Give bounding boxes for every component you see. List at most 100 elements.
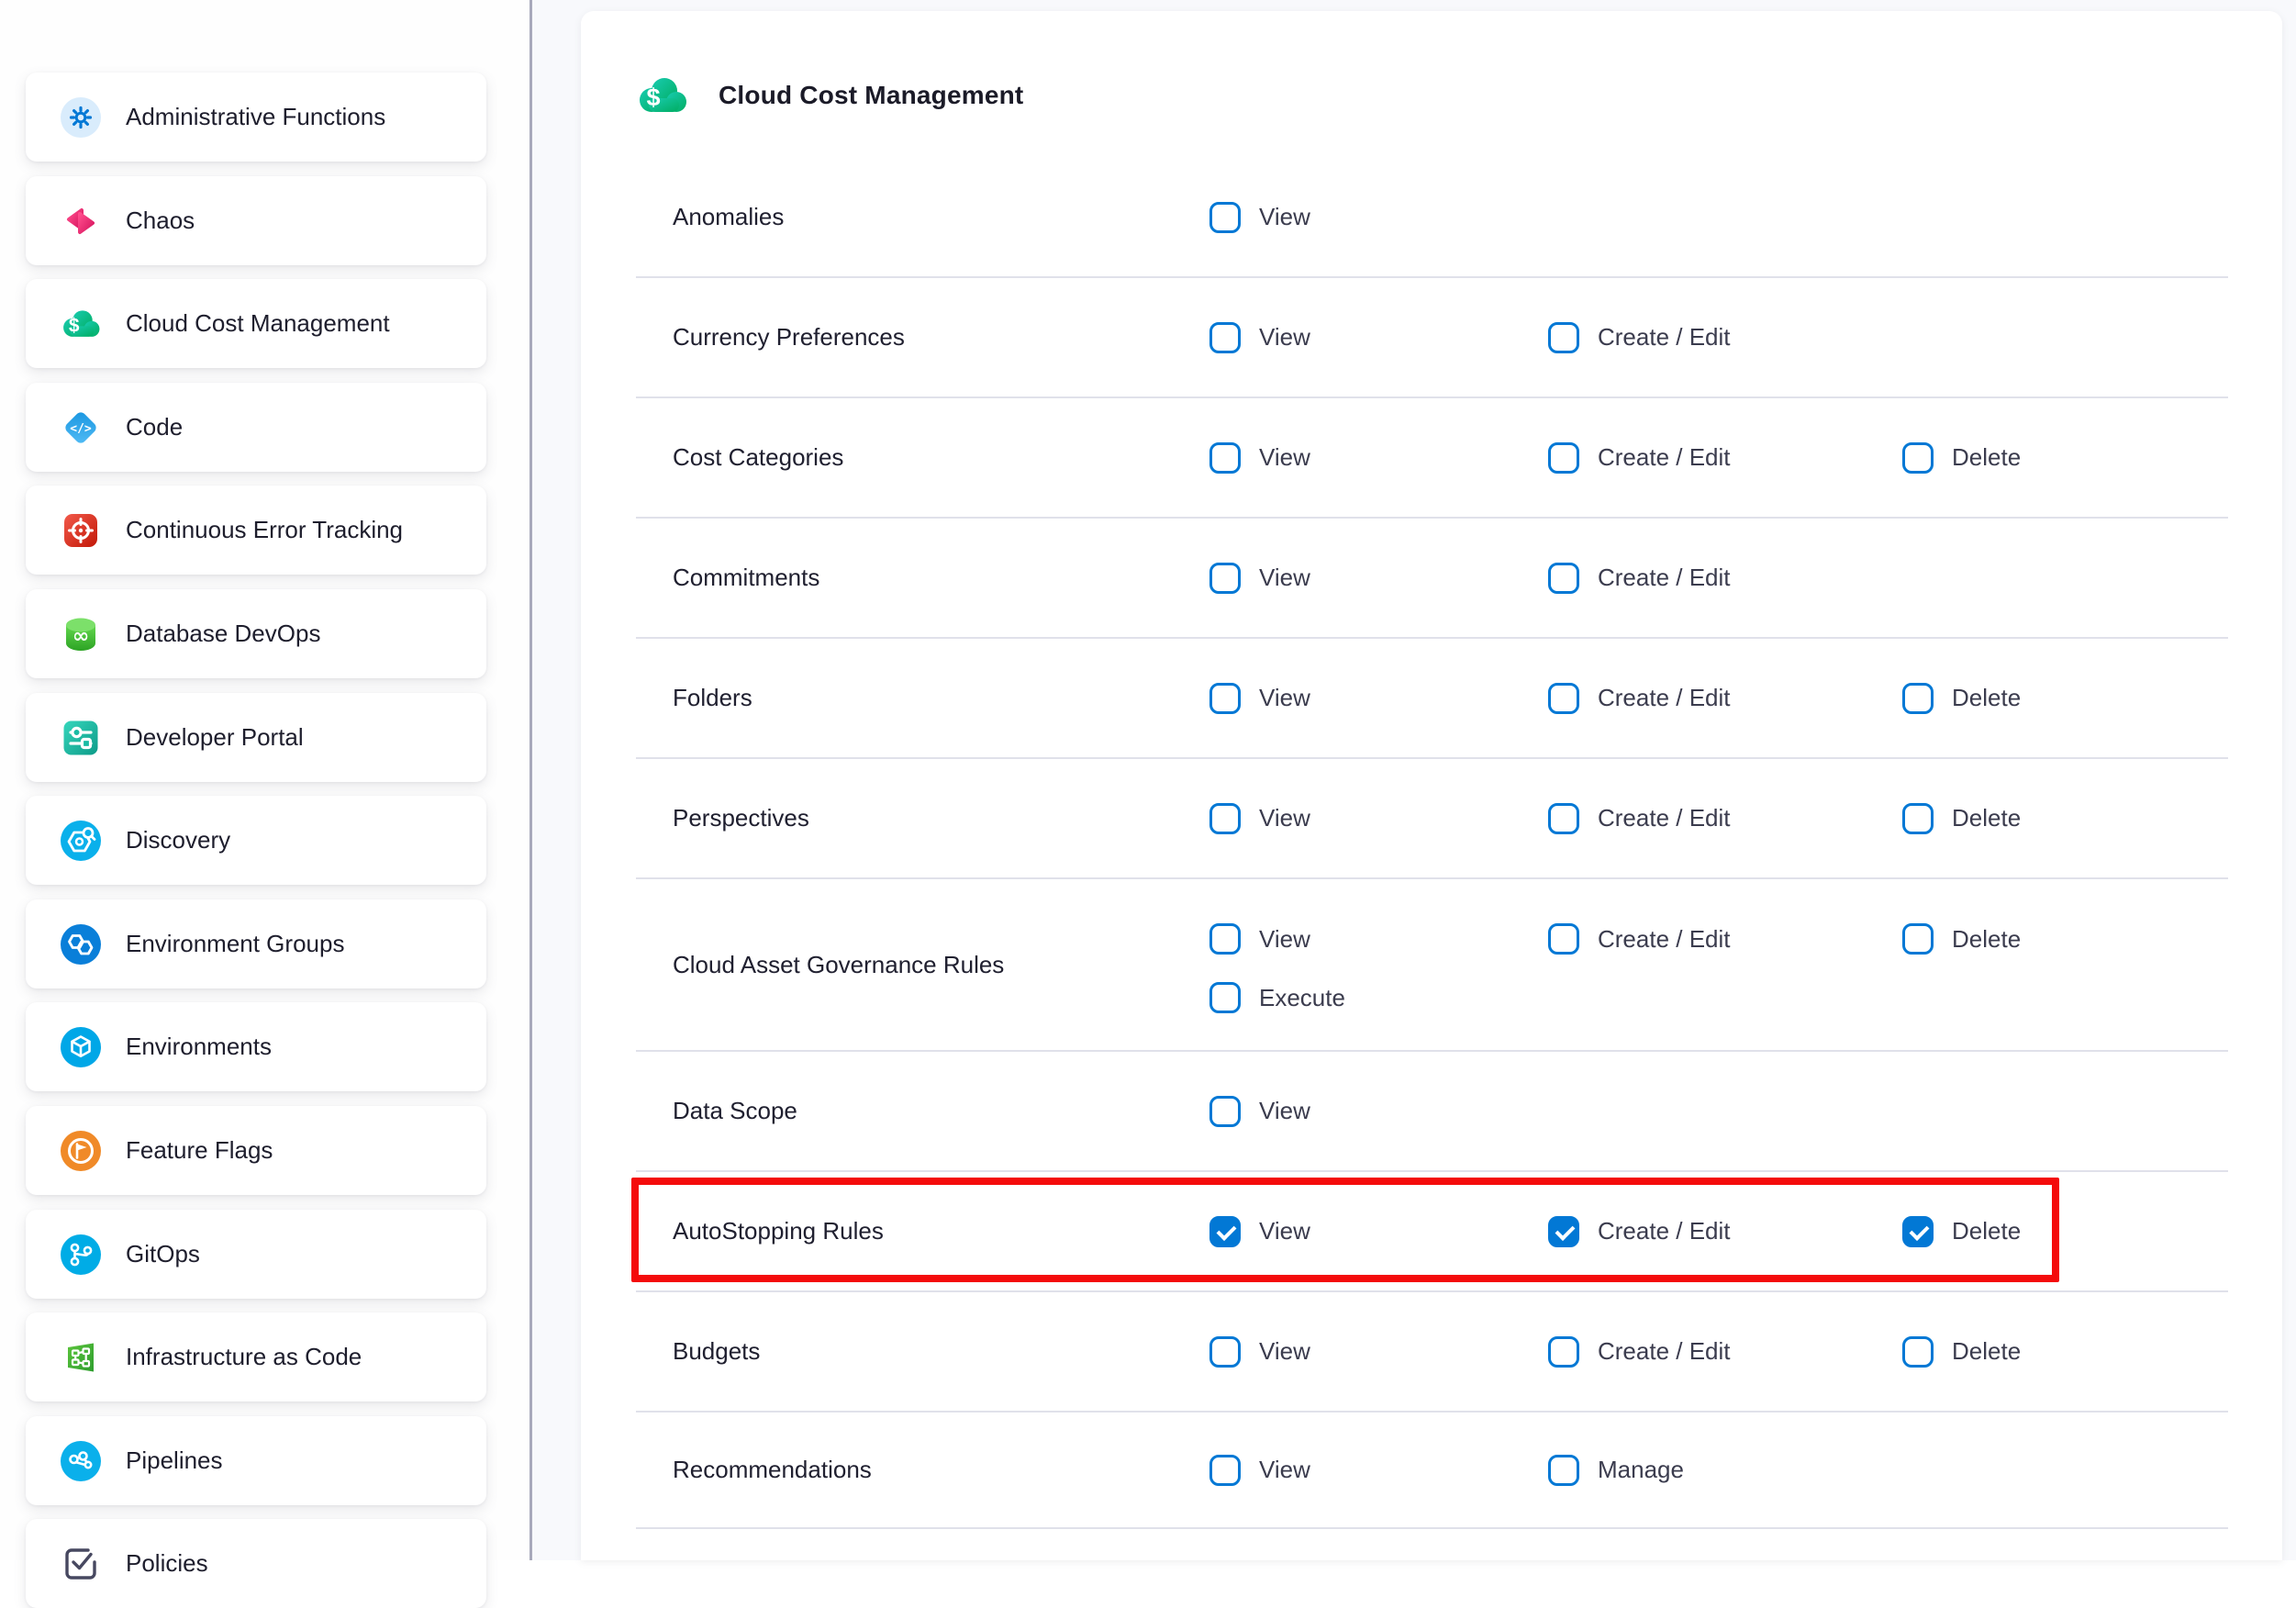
cost-categories-delete-checkbox[interactable] xyxy=(1902,442,1934,474)
database-devops-icon: ∞ xyxy=(61,614,101,654)
permission-label: Create / Edit xyxy=(1598,323,1731,352)
currency-preferences-view-checkbox[interactable] xyxy=(1209,322,1241,353)
permission-label: Create / Edit xyxy=(1598,1337,1731,1366)
cloud-dollar-icon: $ xyxy=(636,75,688,116)
cloud-asset-governance-rules-delete-checkbox[interactable] xyxy=(1902,923,1934,955)
permission-label: View xyxy=(1259,443,1310,472)
permission-item: Delete xyxy=(1902,1336,2021,1368)
row-folders: FoldersViewCreate / EditDelete xyxy=(636,639,2228,759)
permission-item: View xyxy=(1209,803,1310,834)
sidebar-item-label: Policies xyxy=(126,1549,208,1578)
folders-delete-checkbox[interactable] xyxy=(1902,683,1934,714)
sidebar-item-label: Administrative Functions xyxy=(126,103,385,131)
permission-cell: View xyxy=(1209,519,1548,637)
autostopping-rules-view-checkbox[interactable] xyxy=(1209,1216,1241,1247)
sidebar-item-label: Code xyxy=(126,413,183,441)
permission-item: Create / Edit xyxy=(1548,322,1731,353)
permission-cell: View xyxy=(1209,278,1548,396)
permission-cell: Delete xyxy=(1902,398,2228,517)
row-cloud-asset-governance-rules: Cloud Asset Governance RulesViewExecuteC… xyxy=(636,879,2228,1052)
sidebar-item-infrastructure-as-code[interactable]: Infrastructure as Code xyxy=(26,1312,486,1401)
permission-cell: View xyxy=(1209,759,1548,877)
permissions-table: AnomaliesViewCurrency PreferencesViewCre… xyxy=(636,158,2228,1529)
sidebar-item-environments[interactable]: Environments xyxy=(26,1002,486,1091)
permission-item: View xyxy=(1209,1096,1310,1127)
permission-cell xyxy=(1902,519,2228,637)
permission-item: Delete xyxy=(1902,442,2021,474)
sidebar-item-database-devops[interactable]: ∞Database DevOps xyxy=(26,589,486,678)
permission-label: Create / Edit xyxy=(1598,564,1731,592)
sidebar-item-environment-groups[interactable]: Environment Groups xyxy=(26,899,486,988)
sidebar-item-code[interactable]: </>Code xyxy=(26,383,486,472)
cloud-asset-governance-rules-view-checkbox[interactable] xyxy=(1209,923,1241,955)
sidebar-item-label: GitOps xyxy=(126,1240,200,1268)
permissions-panel: $ Cloud Cost Management AnomaliesViewCur… xyxy=(581,11,2282,1560)
sidebar-item-cloud-cost-management[interactable]: $Cloud Cost Management xyxy=(26,279,486,368)
sidebar-item-policies[interactable]: Policies xyxy=(26,1519,486,1608)
cost-categories-create-edit-checkbox[interactable] xyxy=(1548,442,1579,474)
budgets-view-checkbox[interactable] xyxy=(1209,1336,1241,1368)
budgets-create-edit-checkbox[interactable] xyxy=(1548,1336,1579,1368)
permission-label: Delete xyxy=(1952,925,2021,954)
anomalies-view-checkbox[interactable] xyxy=(1209,202,1241,233)
cloud-asset-governance-rules-create-edit-checkbox[interactable] xyxy=(1548,923,1579,955)
commitments-create-edit-checkbox[interactable] xyxy=(1548,563,1579,594)
permission-item: View xyxy=(1209,202,1310,233)
resource-label: Folders xyxy=(636,684,1209,712)
permission-cell: Create / Edit xyxy=(1548,639,1902,757)
row-data-scope: Data ScopeView xyxy=(636,1052,2228,1172)
folders-view-checkbox[interactable] xyxy=(1209,683,1241,714)
svg-text:$: $ xyxy=(646,84,660,111)
sidebar-item-label: Pipelines xyxy=(126,1446,223,1475)
sidebar-item-label: Chaos xyxy=(126,207,195,235)
permission-label: Create / Edit xyxy=(1598,684,1731,712)
sidebar-item-label: Developer Portal xyxy=(126,723,304,752)
perspectives-view-checkbox[interactable] xyxy=(1209,803,1241,834)
sidebar-item-gitops[interactable]: GitOps xyxy=(26,1210,486,1299)
sidebar-item-discovery[interactable]: Discovery xyxy=(26,796,486,885)
resource-label: Commitments xyxy=(636,564,1209,592)
permission-item: Manage xyxy=(1548,1455,1684,1486)
sidebar-item-label: Discovery xyxy=(126,826,230,854)
folders-create-edit-checkbox[interactable] xyxy=(1548,683,1579,714)
sidebar-item-feature-flags[interactable]: Feature Flags xyxy=(26,1106,486,1195)
row-currency-preferences: Currency PreferencesViewCreate / Edit xyxy=(636,278,2228,398)
permission-item: View xyxy=(1209,442,1310,474)
sidebar-item-developer-portal[interactable]: Developer Portal xyxy=(26,693,486,782)
permission-cell: View xyxy=(1209,1292,1548,1411)
sidebar-item-pipelines[interactable]: Pipelines xyxy=(26,1416,486,1505)
permission-cell: View xyxy=(1209,639,1548,757)
recommendations-view-checkbox[interactable] xyxy=(1209,1455,1241,1486)
row-autostopping-rules: AutoStopping RulesViewCreate / EditDelet… xyxy=(636,1172,2228,1292)
commitments-view-checkbox[interactable] xyxy=(1209,563,1241,594)
permission-cell: Create / Edit xyxy=(1548,1172,1902,1290)
autostopping-rules-create-edit-checkbox[interactable] xyxy=(1548,1216,1579,1247)
budgets-delete-checkbox[interactable] xyxy=(1902,1336,1934,1368)
permission-label: Delete xyxy=(1952,1217,2021,1245)
permission-cell: Create / Edit xyxy=(1548,759,1902,877)
row-commitments: CommitmentsView Create / Edit xyxy=(636,519,2228,639)
discovery-icon xyxy=(61,821,101,861)
cloud-asset-governance-rules-execute-checkbox[interactable] xyxy=(1209,982,1241,1013)
environments-icon xyxy=(61,1027,101,1067)
currency-preferences-create-edit-checkbox[interactable] xyxy=(1548,322,1579,353)
svg-text:$: $ xyxy=(69,315,80,336)
recommendations-manage-checkbox[interactable] xyxy=(1548,1455,1579,1486)
sidebar-item-chaos[interactable]: Chaos xyxy=(26,176,486,265)
sidebar-item-continuous-error-tracking[interactable]: Continuous Error Tracking xyxy=(26,486,486,575)
perspectives-create-edit-checkbox[interactable] xyxy=(1548,803,1579,834)
panel-title: Cloud Cost Management xyxy=(719,81,1023,110)
data-scope-view-checkbox[interactable] xyxy=(1209,1096,1241,1127)
autostopping-rules-delete-checkbox[interactable] xyxy=(1902,1216,1934,1247)
module-sidebar: Administrative Functions Chaos $Cloud Cost… xyxy=(0,0,529,1560)
permission-label: View xyxy=(1259,925,1310,954)
permission-item: View xyxy=(1209,683,1310,714)
perspectives-delete-checkbox[interactable] xyxy=(1902,803,1934,834)
permission-item: Create / Edit xyxy=(1548,683,1731,714)
sidebar-item-administrative-functions[interactable]: Administrative Functions xyxy=(26,73,486,162)
permission-cell xyxy=(1902,278,2228,396)
cost-categories-view-checkbox[interactable] xyxy=(1209,442,1241,474)
permission-cell: Delete xyxy=(1902,879,2228,1050)
permission-label: View xyxy=(1259,1337,1310,1366)
permission-cell: Create / Edit xyxy=(1548,879,1902,1050)
